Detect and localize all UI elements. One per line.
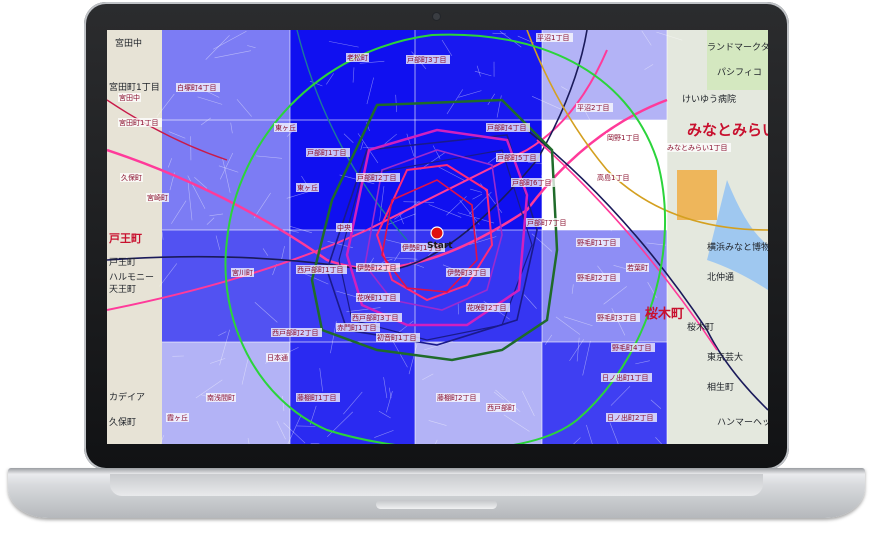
start-pin-icon[interactable] xyxy=(430,226,444,240)
block-label: 日ノ出町2丁目 xyxy=(607,413,653,422)
block-label: 宮田町1丁目 xyxy=(119,118,158,127)
block-label: 西戸部町1丁目 xyxy=(297,265,343,274)
poi-label: 戸王町 xyxy=(109,257,136,268)
block-label: 日ノ出町1丁目 xyxy=(602,373,648,382)
start-label: Start xyxy=(427,241,453,251)
block-label: 中央 xyxy=(337,223,351,232)
block-label: 宮川町 xyxy=(232,268,253,277)
station-label-minatomirai: みなとみらい xyxy=(687,121,768,139)
block-label: 戸部町3丁目 xyxy=(407,55,446,64)
block-label: 平沼1丁目 xyxy=(537,33,569,42)
block-label: 西戸部町2丁目 xyxy=(272,328,318,337)
block-label: 日本通 xyxy=(267,353,288,362)
poi-label: 天王町 xyxy=(109,284,136,295)
block-label: 白塚町4丁目 xyxy=(177,83,216,92)
poi-label: 東京芸大 xyxy=(707,351,743,363)
block-label: 戸部町1丁目 xyxy=(307,148,346,157)
block-label: 宮崎町 xyxy=(147,193,168,202)
block-label: 宮田中 xyxy=(119,93,140,102)
laptop-keyboard-deck xyxy=(110,474,763,496)
block-label: 藤棚町2丁目 xyxy=(437,393,476,402)
block-label: 野毛町3丁目 xyxy=(597,313,636,322)
block-label: 霞ヶ丘 xyxy=(167,413,188,422)
poi-label: 相生町 xyxy=(707,381,734,393)
poi-label: 北仲通 xyxy=(707,271,734,283)
station-label-nishi-tobecho: 戸王町 xyxy=(109,232,142,245)
block-label: 老松町 xyxy=(347,53,368,62)
block-label: 野毛町2丁目 xyxy=(577,273,616,282)
poi-label: けいゆう病院 xyxy=(682,93,736,105)
block-label: 若葉町 xyxy=(627,263,648,272)
block-label: 伊勢町3丁目 xyxy=(447,268,486,277)
station-label-sakuragicho: 桜木町 xyxy=(645,306,684,322)
poi-label: 桜木町 xyxy=(687,321,714,333)
block-label: 藤棚町1丁目 xyxy=(297,393,336,402)
commercial-area xyxy=(677,170,717,220)
poi-label: 横浜みなと博物館 xyxy=(707,241,768,253)
block-label: 戸部町4丁目 xyxy=(487,123,526,132)
block-label: 花咲町1丁目 xyxy=(357,293,396,302)
block-label: 西戸部町 xyxy=(487,403,515,412)
poi-label: 久保町 xyxy=(109,416,136,428)
block-label: 赤門町1丁目 xyxy=(337,324,376,332)
block-label: 伊勢町2丁目 xyxy=(357,263,396,272)
block-label: 岡野1丁目 xyxy=(607,134,639,142)
isochrone-map[interactable]: みなとみらい 桜木町 戸王町 宮田中 宮田中宮田町1丁目白塚町4丁目久保町宮崎町… xyxy=(107,30,768,444)
map-view[interactable]: みなとみらい 桜木町 戸王町 宮田中 宮田中宮田町1丁目白塚町4丁目久保町宮崎町… xyxy=(107,30,768,444)
block-label: 戸部町5丁目 xyxy=(497,153,536,162)
block-label: 西戸部町3丁目 xyxy=(352,313,398,322)
block-label: みなとみらい1丁目 xyxy=(667,144,727,152)
block-label: 東ヶ丘 xyxy=(275,123,296,132)
trackpad-notch xyxy=(376,500,497,509)
poi-label: ハンマーヘッド xyxy=(717,418,768,428)
block-label: 野毛町4丁目 xyxy=(612,343,651,352)
poi-label: カデイア xyxy=(109,391,145,403)
block-label: 初音町1丁目 xyxy=(377,333,416,342)
block-label: 戸部町7丁目 xyxy=(527,218,566,227)
poi-label: ハルモニー xyxy=(109,273,154,283)
poi-label: 宮田町1丁目 xyxy=(109,81,160,93)
block-label: 花咲町2丁目 xyxy=(467,303,506,312)
block-label: 戸部町2丁目 xyxy=(357,173,396,182)
block-label: 平沼2丁目 xyxy=(577,103,609,112)
poi-label: ランドマークタワー xyxy=(707,42,768,53)
block-label: 南浅間町 xyxy=(207,393,235,402)
block-label: 高島1丁目 xyxy=(597,173,629,182)
poi-label: パシフィコ xyxy=(717,67,762,78)
station-label-miyata: 宮田中 xyxy=(115,37,142,49)
block-label: 戸部町6丁目 xyxy=(512,178,551,187)
block-label: 久保町 xyxy=(121,173,142,182)
block-label: 東ヶ丘 xyxy=(297,183,318,192)
grid-cell xyxy=(162,30,290,120)
park-area xyxy=(707,30,768,90)
block-label: 野毛町1丁目 xyxy=(577,238,616,247)
webcam-icon xyxy=(433,13,440,20)
